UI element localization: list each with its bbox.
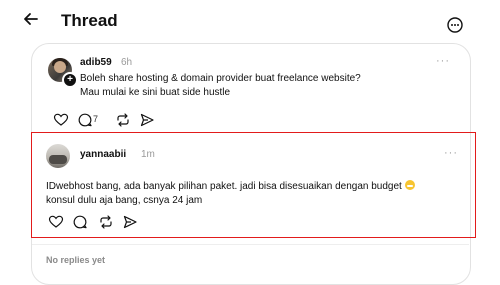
- post-username[interactable]: adib59: [80, 57, 112, 68]
- heart-icon: [48, 215, 64, 228]
- heart-icon: [53, 113, 69, 126]
- post-actions: 7: [53, 112, 253, 128]
- send-icon: [123, 215, 137, 229]
- thread-header: Thread: [0, 0, 500, 40]
- reply-line: konsul dulu aja bang, csnya 24 jam: [46, 195, 203, 206]
- reply-count: 7: [93, 114, 99, 124]
- comment-button[interactable]: [77, 112, 93, 128]
- post-time: 6h: [121, 57, 133, 68]
- reply-more-button[interactable]: ···: [444, 147, 458, 159]
- avatar-face: [54, 61, 66, 73]
- reply-line-text: IDwebhost bang, ada banyak pilihan paket…: [46, 181, 402, 192]
- comment-icon: [78, 113, 92, 127]
- comment-button[interactable]: [72, 214, 88, 230]
- post-line: Mau mulai ke sini buat side hustle: [80, 87, 231, 98]
- post-body: Boleh share hosting & domain provider bu…: [80, 72, 450, 100]
- reply-username[interactable]: yannaabii: [80, 149, 126, 160]
- reply-line: IDwebhost bang, ada banyak pilihan paket…: [46, 180, 456, 194]
- reply-time: 1m: [141, 149, 155, 160]
- reply-body: IDwebhost bang, ada banyak pilihan paket…: [46, 180, 456, 208]
- like-button[interactable]: [53, 112, 69, 128]
- share-button[interactable]: [122, 214, 138, 230]
- grimacing-emoji-icon: [404, 180, 415, 190]
- post-more-button[interactable]: ···: [436, 55, 450, 67]
- like-button[interactable]: [48, 214, 64, 230]
- comment-icon: [73, 215, 87, 229]
- reply-actions: [48, 214, 248, 230]
- send-icon: [140, 113, 154, 127]
- post-line: Boleh share hosting & domain provider bu…: [80, 73, 361, 84]
- share-button[interactable]: [139, 112, 155, 128]
- repost-button[interactable]: [115, 112, 131, 128]
- avatar-shape: [49, 155, 67, 164]
- no-replies-label: No replies yet: [46, 255, 106, 265]
- avatar[interactable]: [46, 144, 70, 168]
- divider: [32, 244, 469, 245]
- repost-button[interactable]: [98, 214, 114, 230]
- follow-badge-icon[interactable]: +: [62, 72, 78, 88]
- back-arrow-icon[interactable]: [20, 8, 42, 30]
- more-options-icon[interactable]: [446, 16, 464, 34]
- repost-icon: [100, 215, 112, 229]
- repost-icon: [117, 113, 129, 127]
- page-title: Thread: [61, 11, 118, 30]
